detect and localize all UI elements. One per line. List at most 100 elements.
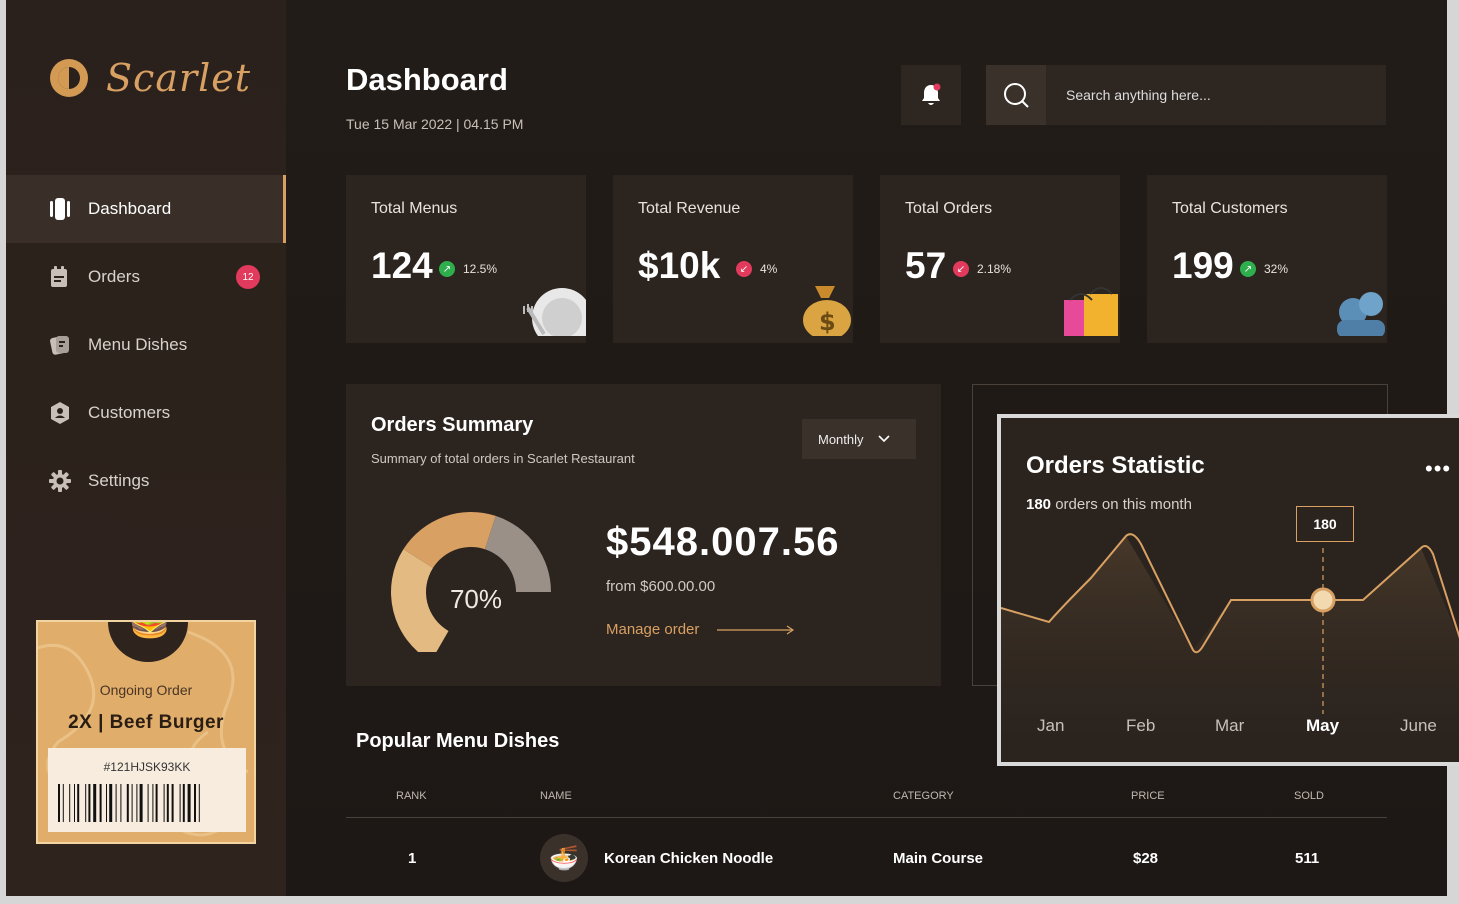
stat-value: $10k <box>638 245 721 286</box>
table-header: RANK NAME CATEGORY PRICE SOLD <box>346 790 1387 818</box>
search-bar <box>986 65 1386 125</box>
more-options-icon[interactable]: ••• <box>1425 456 1451 482</box>
barcode-stripes <box>58 784 200 822</box>
order-code: #121HJSK93KK <box>103 760 191 774</box>
month-label-selected[interactable]: May <box>1306 716 1339 736</box>
search-input[interactable] <box>1046 87 1376 103</box>
period-dropdown[interactable]: Monthly <box>802 419 916 459</box>
stat-card-total-customers[interactable]: Total Customers 199 ↗ 32% <box>1147 175 1387 343</box>
stat-card-total-orders[interactable]: Total Orders 57 ↙ 2.18% <box>880 175 1120 343</box>
manage-order-link[interactable]: Manage order <box>606 621 795 638</box>
month-label[interactable]: June <box>1400 716 1437 736</box>
period-value: Monthly <box>818 431 864 447</box>
money-bag-icon: $ <box>797 282 853 343</box>
logo-icon <box>50 59 88 97</box>
chevron-down-icon <box>877 435 890 443</box>
trend-down-icon: ↙ <box>953 261 969 277</box>
chart-selected-point[interactable] <box>1310 587 1336 613</box>
gauge-percent: 70% <box>449 584 503 614</box>
column-header-rank[interactable]: RANK <box>396 790 427 802</box>
stat-change-value: 4% <box>760 262 778 276</box>
arrow-right-icon <box>717 625 795 634</box>
chart-tooltip: 180 <box>1296 506 1354 542</box>
sidebar-nav: Dashboard Orders 12 Menu Dishes Customer… <box>6 175 286 515</box>
column-header-name[interactable]: NAME <box>540 790 572 802</box>
sidebar-item-label: Settings <box>88 471 150 490</box>
orders-icon <box>48 265 72 289</box>
statistic-title: Orders Statistic <box>1026 452 1205 479</box>
stat-change-value: 12.5% <box>463 262 498 276</box>
sidebar-item-orders[interactable]: Orders 12 <box>6 243 286 311</box>
page-title: Dashboard <box>346 62 508 97</box>
popular-dishes-title: Popular Menu Dishes <box>356 730 560 752</box>
barcode <box>58 784 200 822</box>
ongoing-order-label: Ongoing Order <box>99 682 193 698</box>
summary-amount: $548.007.56 <box>606 520 840 564</box>
popular-dishes-table: RANK NAME CATEGORY PRICE SOLD 1 🍜 Korean… <box>346 790 1387 896</box>
table-row[interactable]: 1 🍜 Korean Chicken Noodle Main Course $2… <box>346 818 1387 896</box>
column-header-category[interactable]: CATEGORY <box>893 790 954 802</box>
logo[interactable]: Scarlet <box>50 56 251 100</box>
ongoing-order-card[interactable]: 🍔 Ongoing Order 2X | Beef Burger #121HJS… <box>36 620 256 844</box>
stat-change: ↙ 2.18% <box>953 261 1011 277</box>
sidebar-item-customers[interactable]: Customers <box>6 379 286 447</box>
sidebar: Scarlet Dashboard Orders 12 Menu Dishes … <box>6 0 286 896</box>
cell-price: $28 <box>1133 850 1159 867</box>
summary-subtitle: Summary of total orders in Scarlet Resta… <box>371 451 635 466</box>
orders-summary-panel: Orders Summary Summary of total orders i… <box>346 384 941 686</box>
stat-title: Total Menus <box>371 200 458 217</box>
noodle-bowl-icon: 🍜 <box>540 834 588 882</box>
summary-amount-from: from $600.00.00 <box>606 578 716 595</box>
sidebar-item-label: Customers <box>88 403 171 422</box>
month-label[interactable]: Mar <box>1215 716 1244 736</box>
dashboard-icon <box>48 197 72 221</box>
cell-category: Main Course <box>893 850 984 867</box>
manage-order-label: Manage order <box>606 621 700 638</box>
notification-button[interactable] <box>901 65 961 125</box>
stat-title: Total Customers <box>1172 200 1288 217</box>
month-label[interactable]: Feb <box>1126 716 1155 736</box>
month-label[interactable]: Jan <box>1037 716 1064 736</box>
month-axis: Jan Feb Mar May June <box>1001 716 1459 740</box>
trend-up-icon: ↗ <box>439 261 455 277</box>
plate-icon <box>522 278 586 343</box>
sidebar-item-label: Orders <box>88 267 140 286</box>
stat-change: ↗ 32% <box>1240 261 1288 277</box>
stat-change-value: 2.18% <box>977 262 1012 276</box>
customers-icon <box>48 401 72 425</box>
gear-icon <box>48 469 72 493</box>
cell-sold: 511 <box>1295 850 1320 867</box>
stat-value: 199 <box>1172 245 1234 286</box>
cell-rank: 1 <box>408 850 417 867</box>
stat-title: Total Orders <box>905 200 993 217</box>
sidebar-item-settings[interactable]: Settings <box>6 447 286 515</box>
ongoing-order-item: 2X | Beef Burger <box>68 712 224 733</box>
stat-value: 57 <box>905 245 947 286</box>
sidebar-item-label: Dashboard <box>88 199 172 218</box>
stat-change: ↗ 12.5% <box>439 261 497 277</box>
customers-icon <box>1331 286 1387 343</box>
stat-card-total-revenue[interactable]: Total Revenue $10k ↙ 4% $ <box>613 175 853 343</box>
cell-name: Korean Chicken Noodle <box>604 850 774 867</box>
stat-change-value: 32% <box>1264 262 1289 276</box>
summary-title: Orders Summary <box>371 414 534 436</box>
sidebar-item-menu-dishes[interactable]: Menu Dishes <box>6 311 286 379</box>
burger-icon: 🍔 <box>127 622 172 640</box>
stat-title: Total Revenue <box>638 200 741 217</box>
column-header-sold[interactable]: SOLD <box>1294 790 1324 802</box>
sidebar-item-label: Menu Dishes <box>88 335 188 354</box>
brand-name: Scarlet <box>106 56 252 100</box>
orders-badge: 12 <box>236 265 260 289</box>
bell-icon <box>922 83 941 105</box>
orders-statistic-panel: Orders Statistic 180 orders on this mont… <box>997 414 1459 766</box>
shopping-bags-icon <box>1060 282 1120 343</box>
stat-card-total-menus[interactable]: Total Menus 124 ↗ 12.5% <box>346 175 586 343</box>
trend-down-icon: ↙ <box>736 261 752 277</box>
trend-up-icon: ↗ <box>1240 261 1256 277</box>
gauge-segment-remaining <box>484 515 551 592</box>
sidebar-item-dashboard[interactable]: Dashboard <box>6 175 286 243</box>
search-button[interactable] <box>986 65 1046 125</box>
orders-gauge <box>391 512 551 652</box>
column-header-price[interactable]: PRICE <box>1131 790 1165 802</box>
order-code-box: #121HJSK93KK <box>48 748 246 832</box>
